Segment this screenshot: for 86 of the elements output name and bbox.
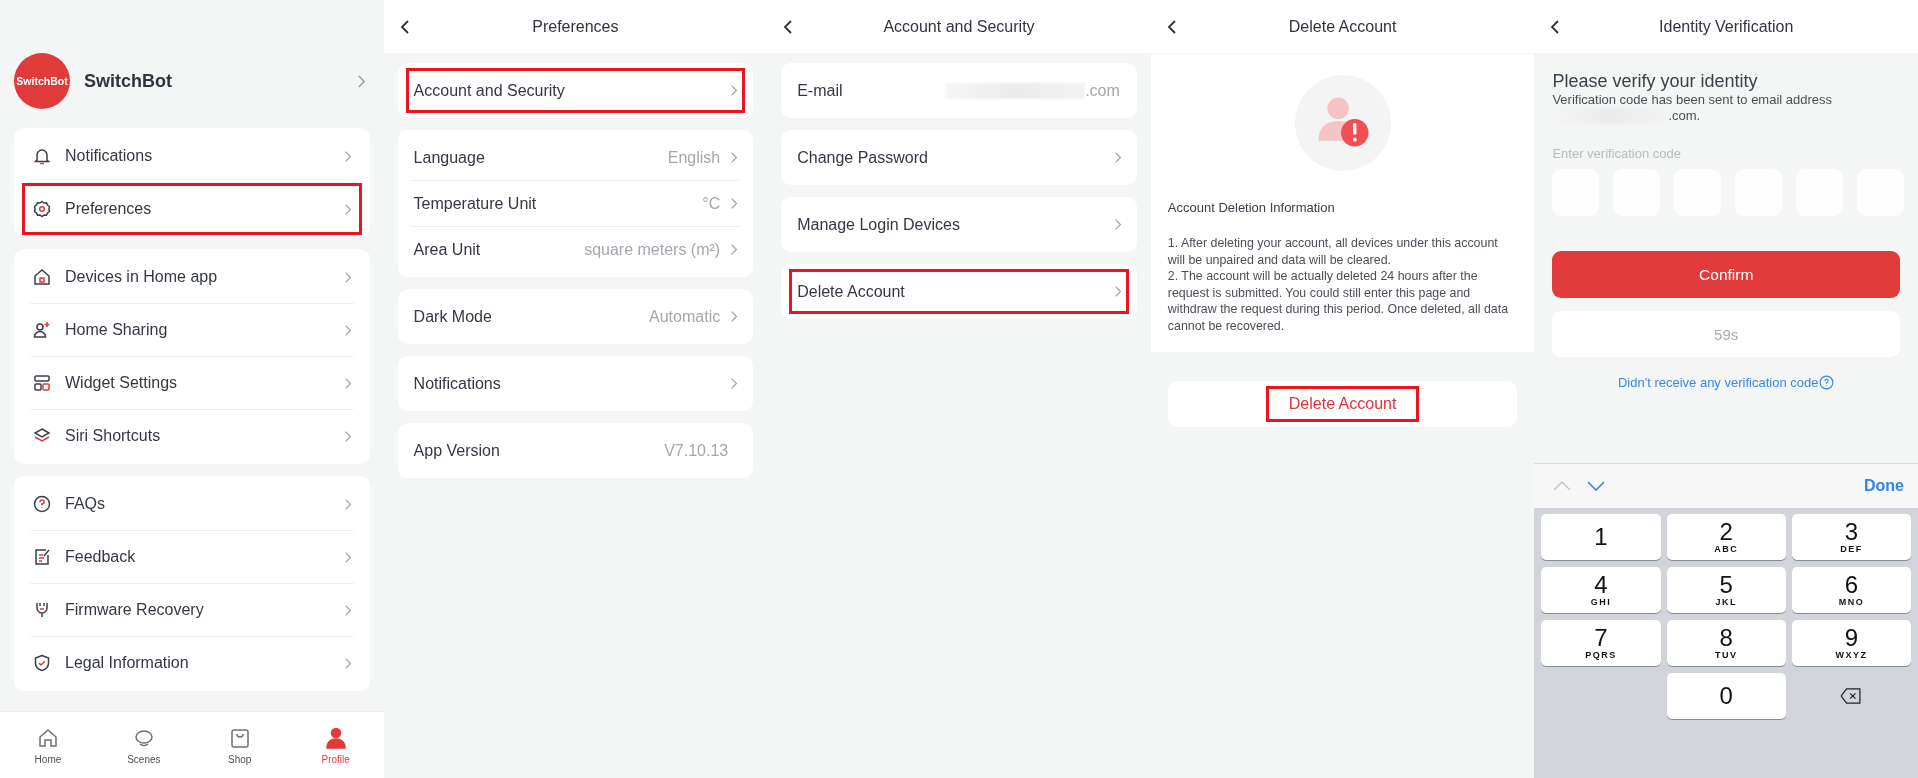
chevron-icon [343, 270, 352, 284]
settings-item[interactable]: Legal Information [22, 637, 362, 689]
confirm-button[interactable]: Confirm [1552, 251, 1900, 298]
chevron-icon [343, 497, 352, 511]
email-suffix: .com. [1668, 108, 1701, 124]
person-icon [323, 725, 348, 750]
tab[interactable]: Home [0, 712, 96, 778]
verify-message: Verification code has been sent to email address [1552, 92, 1834, 108]
chevron-icon [343, 376, 352, 390]
chevron-icon [1113, 285, 1122, 298]
chevron-icon [730, 197, 739, 210]
settings-item[interactable]: Widget Settings [22, 357, 362, 409]
info-paragraph: 1. After deleting your account, all devices under this account will be unpaired and data will be cleared. [1167, 235, 1499, 268]
chevron-icon [1113, 218, 1122, 231]
settings-item[interactable]: Account and Security [405, 68, 746, 113]
info-paragraph: 2. The account will be actually deleted 24 hours after the request is submitted. You could still enter this page and withdraw the request during this period. Once deleted, all data cannot be recovered. [1167, 268, 1510, 334]
keypad-key[interactable]: 5 JKL [1666, 567, 1786, 613]
settings-item[interactable]: Manage Login Devices [789, 202, 1129, 247]
code-label: Enter verification code [1552, 146, 1682, 161]
settings-item[interactable]: Devices in Home app [22, 251, 362, 303]
chevron-icon [730, 310, 739, 323]
settings-item[interactable]: Temperature Unit °C [405, 181, 746, 226]
chevron-icon [343, 429, 352, 443]
shield-check-icon [32, 653, 52, 673]
info-heading: Account Deletion Information [1167, 200, 1336, 215]
backspace-icon[interactable] [1840, 688, 1863, 704]
chevron-icon [343, 149, 352, 163]
person-plus-icon [32, 320, 52, 340]
account-name: SwitchBot [84, 70, 173, 92]
note-icon [32, 547, 52, 567]
logo-avatar: SwitchBot [14, 53, 70, 109]
settings-item[interactable]: Language English [405, 135, 746, 180]
back-icon[interactable] [783, 18, 794, 35]
keypad-key[interactable]: 6 MNO [1791, 567, 1911, 613]
settings-item[interactable]: Siri Shortcuts [22, 410, 362, 462]
back-icon[interactable] [1550, 18, 1561, 35]
screen-title: Account and Security [882, 17, 1036, 36]
keypad-key[interactable]: 4 GHI [1541, 567, 1661, 613]
tab[interactable]: Profile [287, 712, 384, 778]
verify-heading: Please verify your identity [1552, 71, 1759, 92]
settings-item[interactable]: Delete Account [789, 269, 1129, 314]
settings-item[interactable]: Area Unit square meters (m²) [405, 227, 746, 272]
settings-item[interactable]: Change Password [789, 135, 1129, 180]
screen-title: Preferences [531, 17, 620, 36]
chevron-icon [343, 323, 352, 337]
chevron-icon [343, 550, 352, 564]
keypad-key[interactable]: 7 PQRS [1541, 620, 1661, 666]
chevron-icon [1113, 151, 1122, 164]
chevron-icon [343, 603, 352, 617]
chevron-icon [730, 84, 739, 97]
keypad-key[interactable]: 2 ABC [1666, 514, 1786, 560]
settings-icon [32, 199, 52, 219]
tab[interactable]: Shop [191, 712, 288, 778]
keypad-key[interactable]: 8 TUV [1666, 620, 1786, 666]
settings-item[interactable]: Home Sharing [22, 304, 362, 356]
chevron-icon [730, 377, 739, 390]
chevron-icon [730, 243, 739, 256]
screen-title: Identity Verification [1658, 17, 1795, 36]
keypad-key[interactable]: 9 WXYZ [1791, 620, 1911, 666]
settings-item[interactable]: Firmware Recovery [22, 584, 362, 636]
keypad-key[interactable]: 1 [1541, 514, 1661, 560]
tab[interactable]: Scenes [95, 712, 192, 778]
chevron-icon [730, 151, 739, 164]
settings-item[interactable]: E-mail .com [789, 68, 1129, 113]
delete-account-button[interactable]: Delete Account [1167, 381, 1518, 427]
settings-item[interactable]: Preferences [22, 183, 362, 235]
chevron-icon [343, 656, 352, 670]
screen-title: Delete Account [1287, 17, 1398, 36]
settings-item[interactable]: Feedback [22, 531, 362, 583]
bell-icon [32, 146, 52, 166]
question-icon [32, 494, 52, 514]
settings-item[interactable]: App Version V7.10.13 [405, 428, 746, 473]
house-icon [32, 267, 52, 287]
widget-icon [32, 373, 52, 393]
chevron-icon[interactable] [356, 73, 366, 89]
question-icon[interactable] [1819, 375, 1835, 390]
back-icon[interactable] [399, 18, 410, 35]
chevron-icon [343, 202, 352, 216]
settings-item[interactable]: Notifications [22, 130, 362, 182]
account-warning-icon [1293, 74, 1392, 172]
back-icon[interactable] [1166, 18, 1177, 35]
settings-item[interactable]: Notifications [405, 361, 746, 406]
keypad-key[interactable]: 3 DEF [1791, 514, 1911, 560]
settings-item[interactable]: Dark Mode Automatic [405, 294, 746, 339]
settings-item[interactable]: FAQs [22, 478, 362, 530]
keypad-key[interactable]: 0 [1666, 673, 1786, 719]
